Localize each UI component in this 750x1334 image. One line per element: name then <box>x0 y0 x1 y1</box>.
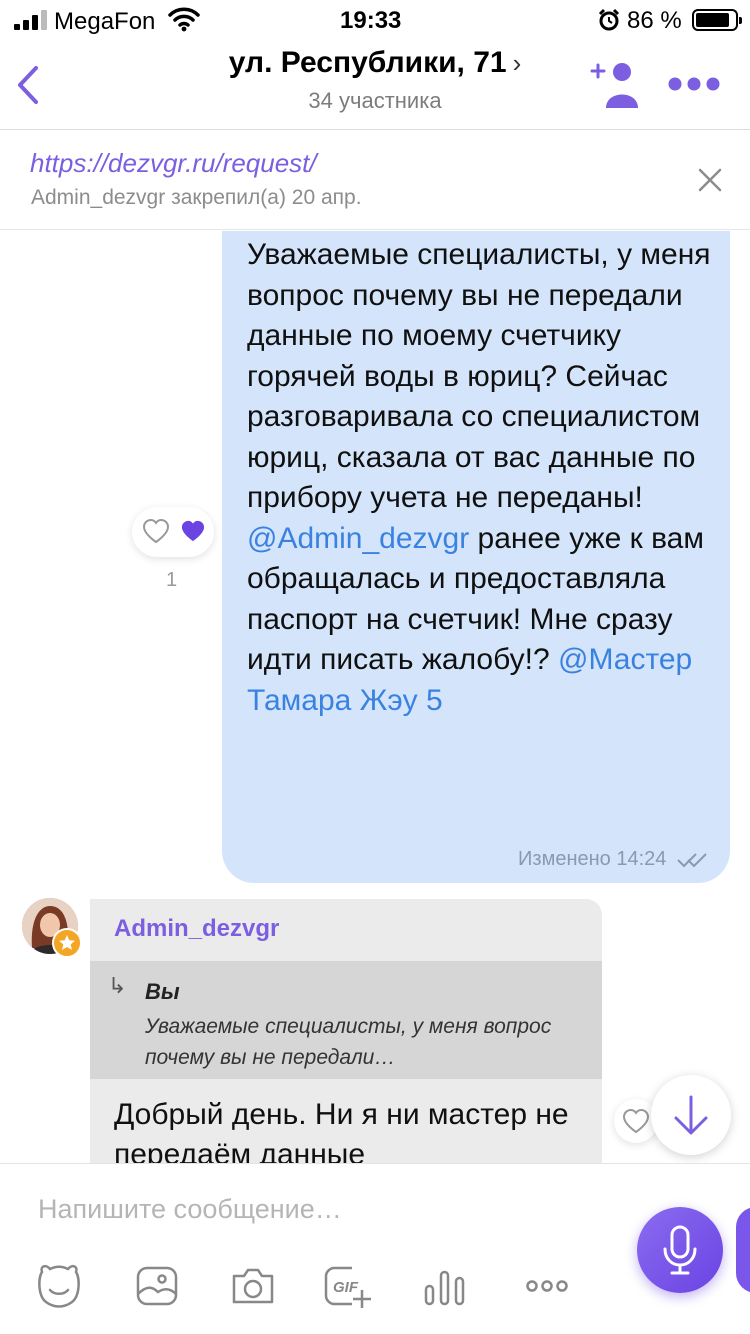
pinned-link[interactable]: https://dezvgr.ru/request/ <box>30 148 317 179</box>
reaction-pill[interactable] <box>132 507 214 557</box>
close-icon[interactable] <box>694 164 726 196</box>
camera-icon[interactable] <box>228 1262 278 1310</box>
message-composer: Напишите сообщение… GIF <box>0 1163 750 1334</box>
wifi-icon <box>168 7 200 32</box>
pinned-meta: Admin_dezvgr закрепил(а) 20 апр. <box>31 186 362 209</box>
secondary-action-button[interactable] <box>736 1207 750 1293</box>
gif-label: GIF <box>333 1279 358 1296</box>
carrier-name: MegaFon <box>54 8 156 35</box>
battery-percent: 86 % <box>627 7 682 34</box>
edited-label: Изменено <box>518 848 611 870</box>
more-icon[interactable] <box>668 74 720 94</box>
voice-message-button[interactable] <box>637 1207 723 1293</box>
message-text: Уважаемые специалисты, у меня вопрос поч… <box>247 238 711 717</box>
admin-star-badge-icon <box>52 928 82 958</box>
reply-arrow-icon: ↳ <box>108 973 127 998</box>
message-input[interactable]: Напишите сообщение… <box>38 1194 342 1225</box>
more-options-icon[interactable] <box>522 1262 572 1310</box>
read-checks-icon <box>677 853 707 868</box>
quoted-message[interactable]: ↳ Вы Уважаемые специалисты, у меня вопро… <box>90 961 602 1079</box>
message-time: 14:24 <box>616 848 667 870</box>
sender-name[interactable]: Admin_dezvgr <box>114 915 279 943</box>
alarm-icon <box>598 8 620 31</box>
heart-outline-icon[interactable] <box>142 518 170 544</box>
pinned-message[interactable]: https://dezvgr.ru/request/ Admin_dezvgr … <box>0 130 750 230</box>
outgoing-message-bubble[interactable]: Уважаемые специалисты, у меня вопрос поч… <box>222 231 730 883</box>
incoming-message-bubble[interactable]: Admin_dezvgr ↳ Вы Уважаемые специалисты,… <box>90 899 602 1163</box>
heart-outline-icon <box>622 1108 650 1134</box>
arrow-down-icon <box>674 1095 708 1135</box>
mention-admin[interactable]: @Admin_dezvgr <box>247 522 469 555</box>
poll-icon[interactable] <box>420 1262 470 1310</box>
add-participant-icon[interactable] <box>588 58 644 112</box>
gallery-icon[interactable] <box>132 1262 182 1310</box>
chat-area[interactable]: Уважаемые специалисты, у меня вопрос поч… <box>0 231 750 1163</box>
battery-icon <box>692 9 742 31</box>
scroll-down-button[interactable] <box>651 1075 731 1155</box>
message-meta: Изменено 14:24 <box>518 848 710 871</box>
signal-icon <box>14 10 48 30</box>
chat-header: ул. Республики, 71 › 34 участника <box>0 40 750 130</box>
chevron-right-icon: › <box>512 48 522 78</box>
microphone-icon <box>663 1225 697 1275</box>
quote-author: Вы <box>145 979 180 1004</box>
clock: 19:33 <box>340 7 402 34</box>
chat-title-text: ул. Республики, 71 <box>228 46 507 79</box>
reaction-count: 1 <box>166 569 178 591</box>
message-text: Добрый день. Ни я ни мастер не передаём … <box>114 1098 569 1163</box>
sticker-icon[interactable] <box>34 1262 84 1310</box>
quote-text: Уважаемые специалисты, у меня вопрос поч… <box>145 1015 552 1069</box>
heart-filled-icon <box>181 520 205 542</box>
status-bar: MegaFon 19:33 86 % <box>0 0 750 40</box>
